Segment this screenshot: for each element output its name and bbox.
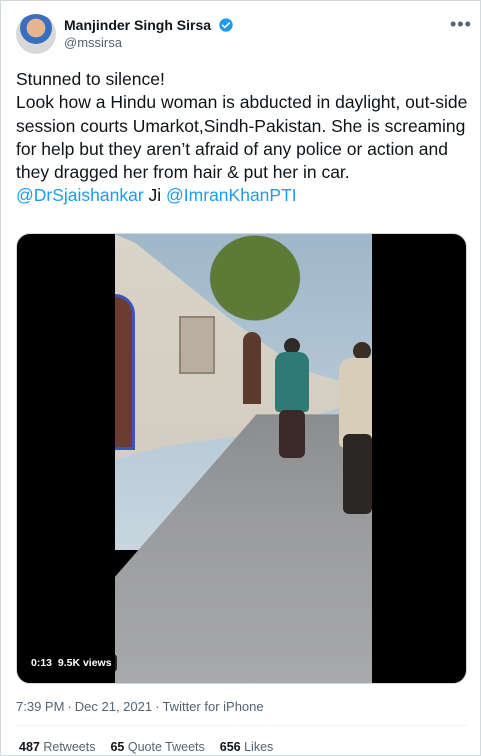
meta-separator: ·	[155, 699, 160, 714]
meta-separator: ·	[67, 699, 72, 714]
video-player[interactable]: 0:13 9.5K views	[16, 233, 467, 684]
likes-label: Likes	[244, 740, 274, 754]
quote-tweets-count: 65	[110, 740, 125, 754]
video-duration: 0:13 9.5K views	[26, 654, 117, 672]
tweet-text: Stunned to silence! Look how a Hindu wom…	[16, 68, 471, 208]
mention-link[interactable]: @ImranKhanPTI	[166, 185, 297, 205]
video-window	[179, 316, 215, 374]
quote-tweets-label: Quote Tweets	[127, 740, 205, 754]
video-motorbike	[343, 434, 372, 514]
retweets-link[interactable]: 487 Retweets	[19, 740, 95, 754]
video-doorway	[115, 294, 135, 450]
tweet-card: Manjinder Singh Sirsa @mssirsa ••• Stunn…	[0, 0, 481, 756]
video-stats: 0:13 9.5K views	[26, 654, 117, 672]
verified-badge-icon	[219, 18, 233, 32]
tweet-line-1: Stunned to silence!	[16, 69, 165, 89]
video-views: 9.5K views	[57, 657, 112, 669]
tweet-date[interactable]: Dec 21, 2021	[75, 699, 152, 714]
tweet-time[interactable]: 7:39 PM	[16, 699, 64, 714]
tweet-source[interactable]: Twitter for iPhone	[162, 699, 263, 714]
avatar[interactable]	[16, 14, 56, 54]
mention-connector: Ji	[143, 185, 167, 206]
tweet-meta: 7:39 PM · Dec 21, 2021 · Twitter for iPhone	[16, 699, 264, 714]
likes-count: 656	[219, 740, 241, 754]
video-motorbike	[279, 410, 305, 458]
mention-link[interactable]: @DrSjaishankar	[16, 185, 144, 205]
video-rider	[275, 352, 309, 412]
divider	[16, 725, 467, 726]
video-frame[interactable]	[115, 234, 372, 683]
tweet-mentions: @DrSjaishankar Ji @ImranKhanPTI	[16, 184, 471, 207]
author-handle[interactable]: @mssirsa	[64, 35, 122, 50]
engagement-bar: 487 Retweets 65 Quote Tweets 656 Likes	[19, 740, 273, 754]
tweet-line-2: Look how a Hindu woman is abducted in da…	[16, 92, 468, 183]
more-options-icon[interactable]: •••	[450, 14, 472, 35]
retweets-label: Retweets	[43, 740, 96, 754]
retweets-count: 487	[19, 740, 40, 754]
quote-tweets-link[interactable]: 65 Quote Tweets	[110, 740, 204, 754]
video-doorway	[243, 332, 261, 404]
likes-link[interactable]: 656 Likes	[220, 740, 274, 754]
author-name[interactable]: Manjinder Singh Sirsa	[64, 17, 211, 33]
